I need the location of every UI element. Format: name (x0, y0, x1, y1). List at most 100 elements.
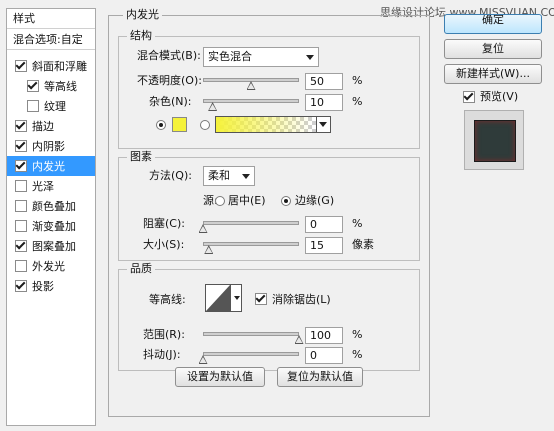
style-item-label: 光泽 (32, 180, 54, 193)
range-unit: % (352, 328, 363, 341)
opacity-input[interactable]: 50 (305, 73, 343, 90)
choke-input[interactable]: 0 (305, 216, 343, 233)
checkbox-icon[interactable] (15, 60, 27, 72)
method-select[interactable]: 柔和 (203, 166, 255, 186)
noise-label: 杂色(N): (149, 95, 192, 108)
style-item[interactable]: 内发光 (7, 156, 95, 176)
noise-slider-track[interactable] (203, 99, 299, 103)
source-edge-radio[interactable] (281, 196, 291, 206)
size-slider-thumb[interactable] (204, 245, 214, 254)
style-item[interactable]: 斜面和浮雕 (7, 56, 95, 76)
blend-mode-label: 混合模式(B): (137, 49, 201, 62)
source-edge-label[interactable]: 边缘(G) (295, 192, 334, 210)
inner-glow-group: 内发光 结构 混合模式(B): 实色混合 不透明度(O): 50 % 杂色(N)… (108, 8, 430, 417)
ok-button-label: 确定 (482, 14, 504, 26)
size-unit: 像素 (352, 238, 374, 251)
range-label: 范围(R): (143, 328, 185, 341)
ok-button[interactable]: 确定 (444, 14, 542, 34)
size-input[interactable]: 15 (305, 237, 343, 254)
checkbox-icon[interactable] (15, 240, 27, 252)
quality-title: 品质 (127, 262, 155, 276)
checkbox-icon[interactable] (15, 140, 27, 152)
style-item[interactable]: 光泽 (7, 176, 95, 196)
choke-slider-track[interactable] (203, 221, 299, 225)
choke-label: 阻塞(C): (143, 217, 185, 230)
source-center-radio[interactable] (215, 196, 225, 206)
blending-options-item[interactable]: 混合选项:自定 (7, 30, 95, 50)
contour-curve-icon (206, 285, 230, 311)
style-item-label: 内阴影 (32, 140, 65, 153)
blend-mode-select[interactable]: 实色混合 (203, 47, 319, 67)
method-value: 柔和 (208, 169, 230, 182)
contour-label: 等高线: (149, 293, 186, 306)
style-item[interactable]: 外发光 (7, 256, 95, 276)
style-item[interactable]: 内阴影 (7, 136, 95, 156)
checkbox-icon[interactable] (15, 260, 27, 272)
style-item[interactable]: 描边 (7, 116, 95, 136)
style-item-label: 纹理 (44, 100, 66, 113)
checkbox-icon (463, 91, 475, 103)
opacity-label: 不透明度(O): (137, 74, 202, 87)
checkbox-icon[interactable] (15, 200, 27, 212)
make-default-button[interactable]: 设置为默认值 (175, 367, 265, 387)
gradient-radio[interactable] (200, 120, 210, 130)
gradient-picker[interactable] (215, 116, 331, 133)
preview-checkbox[interactable]: 预览(V) (463, 90, 518, 104)
structure-section: 结构 混合模式(B): 实色混合 不透明度(O): 50 % 杂色(N): 10… (118, 29, 420, 149)
new-style-button[interactable]: 新建样式(W)... (444, 64, 542, 84)
checkbox-icon (255, 293, 267, 305)
chevron-down-icon (242, 174, 250, 179)
style-item-label: 等高线 (44, 80, 77, 93)
style-item-label: 内发光 (32, 160, 65, 173)
jitter-slider-thumb[interactable] (198, 355, 208, 364)
contour-dropdown-button[interactable] (230, 284, 242, 312)
checkbox-icon[interactable] (15, 160, 27, 172)
jitter-slider-track[interactable] (203, 352, 299, 356)
styles-header[interactable]: 样式 (7, 9, 95, 29)
contour-preview[interactable] (205, 284, 231, 312)
color-radio[interactable] (156, 120, 166, 130)
choke-slider-thumb[interactable] (198, 224, 208, 233)
checkbox-icon[interactable] (27, 100, 39, 112)
style-item-label: 外发光 (32, 260, 65, 273)
chevron-down-icon (234, 296, 240, 300)
elements-section: 图素 方法(Q): 柔和 源: 居中(E) 边缘(G) 阻塞(C): 0 % 大… (118, 150, 420, 261)
checkbox-icon[interactable] (15, 180, 27, 192)
noise-input[interactable]: 10 (305, 94, 343, 111)
jitter-unit: % (352, 348, 363, 361)
structure-title: 结构 (127, 29, 155, 43)
opacity-slider-thumb[interactable] (246, 81, 256, 90)
glow-color-swatch[interactable] (172, 117, 187, 132)
style-preview-box (464, 110, 524, 170)
style-item[interactable]: 投影 (7, 276, 95, 296)
style-preview-swatch (474, 120, 516, 162)
style-item[interactable]: 纹理 (7, 96, 95, 116)
style-item-label: 颜色叠加 (32, 200, 76, 213)
gradient-dropdown-button[interactable] (316, 116, 331, 133)
checkbox-icon[interactable] (15, 220, 27, 232)
checkbox-icon[interactable] (15, 120, 27, 132)
style-item[interactable]: 渐变叠加 (7, 216, 95, 236)
style-item-label: 斜面和浮雕 (32, 60, 87, 73)
style-item[interactable]: 图案叠加 (7, 236, 95, 256)
checkbox-icon[interactable] (15, 280, 27, 292)
reset-button[interactable]: 复位 (444, 39, 542, 59)
jitter-input[interactable]: 0 (305, 347, 343, 364)
style-item[interactable]: 颜色叠加 (7, 196, 95, 216)
anti-alias-checkbox[interactable]: 消除锯齿(L) (255, 291, 331, 307)
checkbox-icon[interactable] (27, 80, 39, 92)
source-center-label[interactable]: 居中(E) (228, 192, 266, 210)
size-label: 大小(S): (143, 238, 185, 251)
noise-slider-thumb[interactable] (208, 102, 218, 111)
styles-list: 样式 混合选项:自定 斜面和浮雕等高线纹理描边内阴影内发光光泽颜色叠加渐变叠加图… (6, 8, 96, 426)
range-slider-thumb[interactable] (294, 335, 304, 344)
jitter-label: 抖动(J): (143, 348, 181, 361)
range-input[interactable]: 100 (305, 327, 343, 344)
style-item[interactable]: 等高线 (7, 76, 95, 96)
reset-default-button[interactable]: 复位为默认值 (277, 367, 363, 387)
opacity-unit: % (352, 74, 363, 87)
preview-label: 预览(V) (480, 90, 519, 103)
range-slider-track[interactable] (203, 332, 299, 336)
size-slider-track[interactable] (203, 242, 299, 246)
anti-alias-label: 消除锯齿(L) (272, 293, 331, 306)
